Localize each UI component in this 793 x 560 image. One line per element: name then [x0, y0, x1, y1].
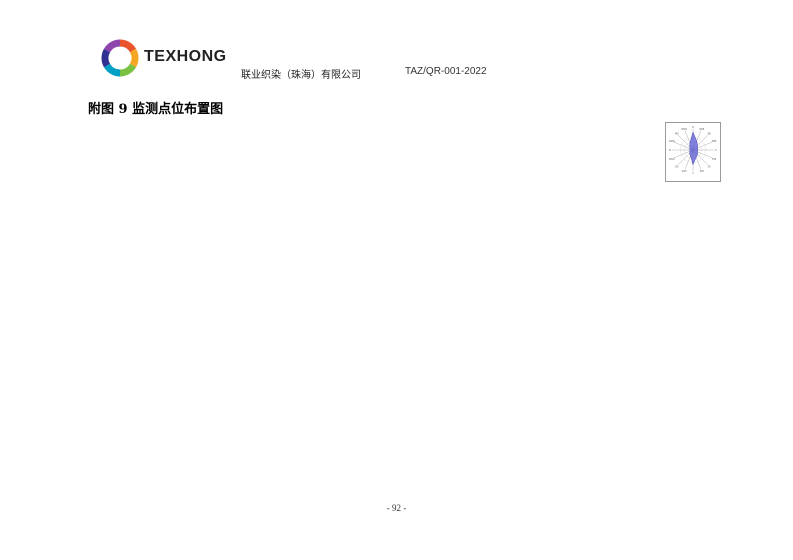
page-title: 附图 9 监测点位布置图 — [88, 102, 224, 117]
wind-rose-direction-label: WNW — [669, 140, 676, 143]
wind-rose-direction-label: NNW — [681, 128, 687, 131]
logo-ring-segment — [119, 39, 137, 53]
logo-center — [112, 50, 130, 68]
wind-rose-direction-label: SSW — [682, 170, 688, 173]
page-number: - 92 - — [386, 503, 407, 513]
logo-ring-segment — [103, 39, 121, 53]
wind-rose-direction-label: ESE — [712, 158, 717, 161]
wind-rose-direction-label: SE — [708, 165, 711, 168]
wind-rose-polygon — [689, 131, 699, 166]
wind-rose-direction-label: NE — [708, 133, 712, 136]
logo-ring-segment — [129, 48, 139, 68]
texhong-logo-icon — [101, 39, 139, 77]
wind-rose-direction-label: SW — [675, 165, 679, 168]
wind-rose-icon: N NNE NE ENE E ESE SESSE S SSWSW WSW W WNW NWNNW — [669, 126, 718, 175]
wind-rose-direction-label: NNE — [699, 128, 704, 131]
wind-rose-direction-label: SSE — [700, 170, 705, 173]
logo-ring-segment — [101, 48, 111, 68]
company-name: 联业织染（珠海）有限公司 — [241, 70, 361, 81]
wind-rose-direction-label: NW — [675, 133, 680, 136]
wind-rose-direction-label: S — [692, 172, 694, 175]
wind-rose-direction-label: ENE — [712, 140, 717, 143]
wind-rose-direction-label: WSW — [669, 158, 676, 161]
brand-name: TEXHONG — [144, 48, 227, 65]
wind-rose-direction-label: E — [715, 149, 717, 152]
wind-rose-direction-label: N — [692, 126, 694, 129]
wind-rose-figure: N NNE NE ENE E ESE SE SSE S SSW SW WSW W WNW NW NNW — [665, 122, 721, 182]
document-number: TAZ/QR-001-2022 — [405, 66, 487, 77]
wind-rose-direction-label: W — [669, 149, 672, 152]
